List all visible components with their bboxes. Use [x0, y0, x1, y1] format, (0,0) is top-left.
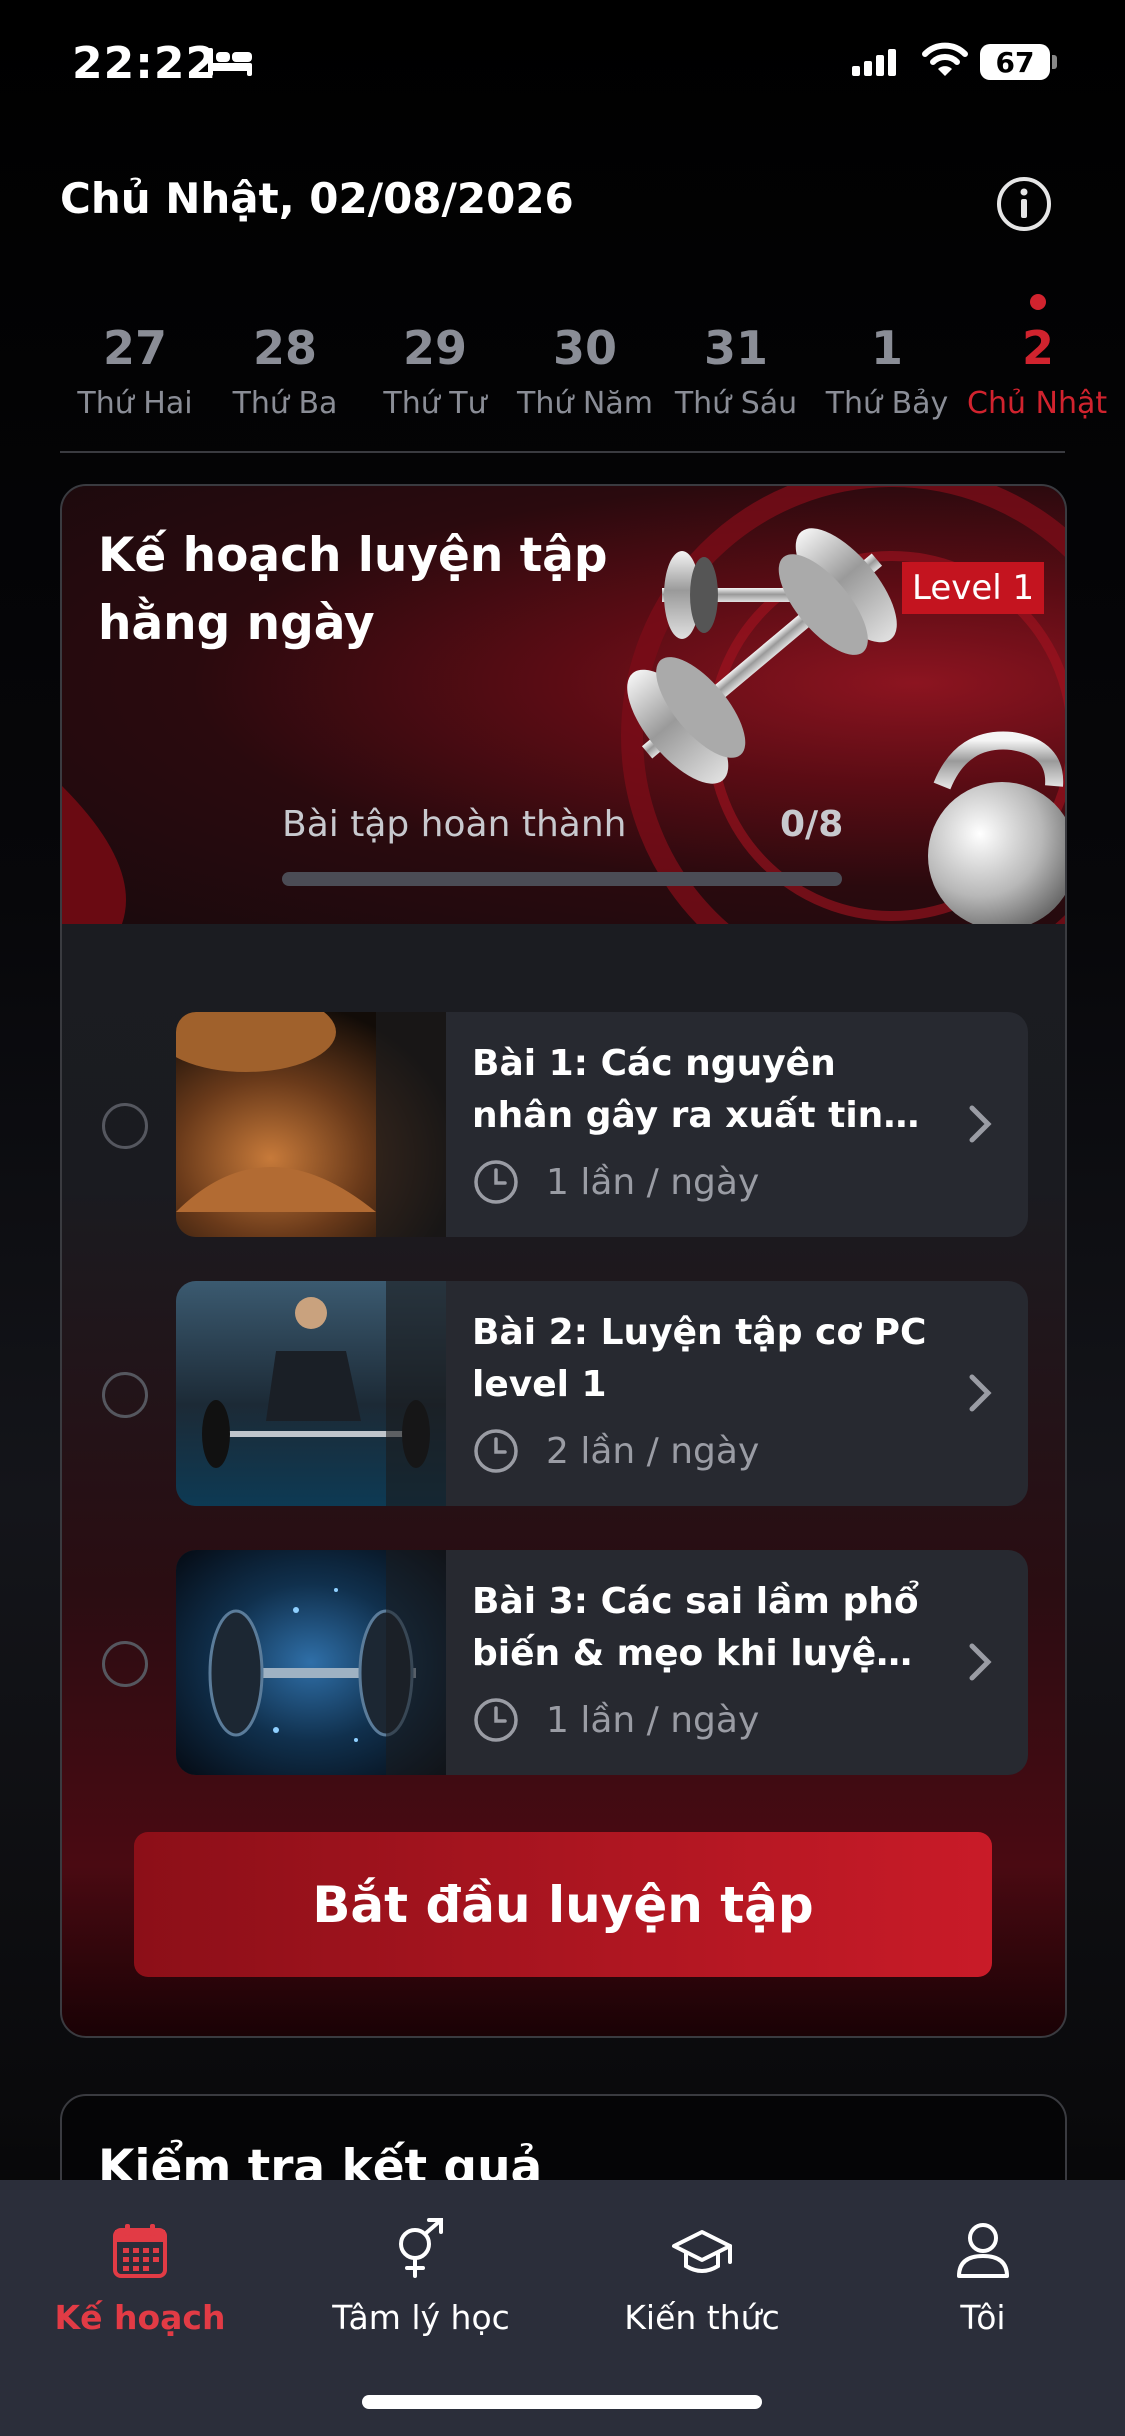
lesson-card-1[interactable]: Bài 1: Các nguyên nhân gây ra xuất tinh … — [176, 1012, 1028, 1237]
today-dot — [1030, 294, 1046, 310]
bed-icon — [208, 48, 252, 76]
lesson-1-checkbox[interactable] — [102, 1103, 148, 1149]
day-30[interactable]: 30 Thứ Năm — [510, 318, 660, 421]
tab-label: Tôi — [960, 2298, 1006, 2337]
tab-plan[interactable]: Kế hoạch — [0, 2210, 280, 2337]
day-number: 28 — [252, 321, 317, 375]
day-number: 2 — [1022, 321, 1055, 375]
lesson-frequency: 1 lần / ngày — [546, 1700, 760, 1741]
lesson-3-thumbnail — [176, 1550, 446, 1775]
lesson-3-checkbox[interactable] — [102, 1641, 148, 1687]
lesson-card-2[interactable]: Bài 2: Luyện tập cơ PC level 1 2 lần / n… — [176, 1281, 1028, 1506]
battery-indicator: 67 — [980, 44, 1050, 80]
start-training-button[interactable]: Bắt đầu luyện tập — [134, 1832, 992, 1977]
chevron-right-icon — [969, 1105, 992, 1143]
graduation-cap-icon — [672, 2230, 732, 2273]
status-time: 22:22 — [72, 38, 218, 89]
battery-tip — [1052, 55, 1057, 69]
clock-icon — [474, 1698, 518, 1742]
completed-count: 0/8 — [780, 804, 844, 845]
daily-plan-card: Kế hoạch luyện tập hằng ngày Level 1 Bài… — [60, 484, 1067, 2038]
lesson-title: Bài 1: Các nguyên nhân gây ra xuất tinh … — [472, 1043, 909, 1136]
tab-label: Kiến thức — [624, 2298, 780, 2337]
day-name: Thứ Hai — [77, 386, 193, 421]
lesson-frequency: 2 lần / ngày — [546, 1431, 760, 1472]
chevron-right-icon — [969, 1643, 992, 1681]
tab-label: Kế hoạch — [54, 2298, 226, 2337]
lesson-2-checkbox[interactable] — [102, 1372, 148, 1418]
day-name: Thứ Năm — [517, 386, 653, 421]
day-number: 30 — [552, 321, 617, 375]
gender-icon — [399, 2218, 443, 2278]
lesson-title: Bài 3: Các sai lầm phổ biến & mẹo khi lu… — [472, 1581, 919, 1674]
day-name: Thứ Bảy — [825, 386, 949, 421]
day-name: Thứ Ba — [232, 386, 338, 421]
lesson-2-thumbnail — [176, 1281, 446, 1506]
calendar-icon — [113, 2224, 167, 2278]
day-number: 27 — [102, 321, 167, 375]
day-name: Thứ Tư — [383, 386, 487, 421]
day-name: Chủ Nhật — [967, 386, 1108, 421]
lesson-frequency: 1 lần / ngày — [546, 1162, 760, 1203]
day-31[interactable]: 31 Thứ Sáu — [661, 318, 811, 421]
plan-hero-banner: Kế hoạch luyện tập hằng ngày Level 1 Bài… — [62, 486, 1065, 924]
chevron-right-icon — [969, 1374, 992, 1412]
user-icon — [957, 2223, 1009, 2278]
lesson-card-3[interactable]: Bài 3: Các sai lầm phổ biến & mẹo khi lu… — [176, 1550, 1028, 1775]
completed-label: Bài tập hoàn thành — [282, 804, 627, 845]
day-number: 31 — [703, 321, 768, 375]
day-number: 29 — [402, 321, 467, 375]
tab-psychology[interactable]: Tâm lý học — [281, 2210, 561, 2337]
tab-label: Tâm lý học — [332, 2298, 510, 2337]
day-1[interactable]: 1 Thứ Bảy — [812, 318, 962, 421]
day-name: Thứ Sáu — [674, 386, 798, 421]
clock-icon — [474, 1429, 518, 1473]
lesson-title: Bài 2: Luyện tập cơ PC level 1 — [472, 1312, 927, 1405]
tab-profile[interactable]: Tôi — [843, 2210, 1123, 2337]
clock-icon — [474, 1160, 518, 1204]
week-divider — [60, 451, 1065, 453]
plan-title: Kế hoạch luyện tập hằng ngày — [98, 528, 608, 651]
day-28[interactable]: 28 Thứ Ba — [210, 318, 360, 421]
date-title: Chủ Nhật, 02/08/2026 — [60, 174, 574, 223]
level-badge: Level 1 — [902, 562, 1045, 614]
day-number: 1 — [870, 321, 903, 375]
day-27[interactable]: 27 Thứ Hai — [60, 318, 210, 421]
tab-knowledge[interactable]: Kiến thức — [562, 2210, 842, 2337]
wifi-icon — [922, 42, 968, 76]
day-29[interactable]: 29 Thứ Tư — [360, 318, 510, 421]
info-icon[interactable] — [996, 176, 1052, 232]
home-indicator — [362, 2395, 762, 2409]
progress-bar — [282, 872, 842, 886]
lesson-1-thumbnail — [176, 1012, 446, 1237]
day-2-selected[interactable]: 2 Chủ Nhật — [962, 318, 1125, 421]
signal-icon — [852, 49, 896, 76]
